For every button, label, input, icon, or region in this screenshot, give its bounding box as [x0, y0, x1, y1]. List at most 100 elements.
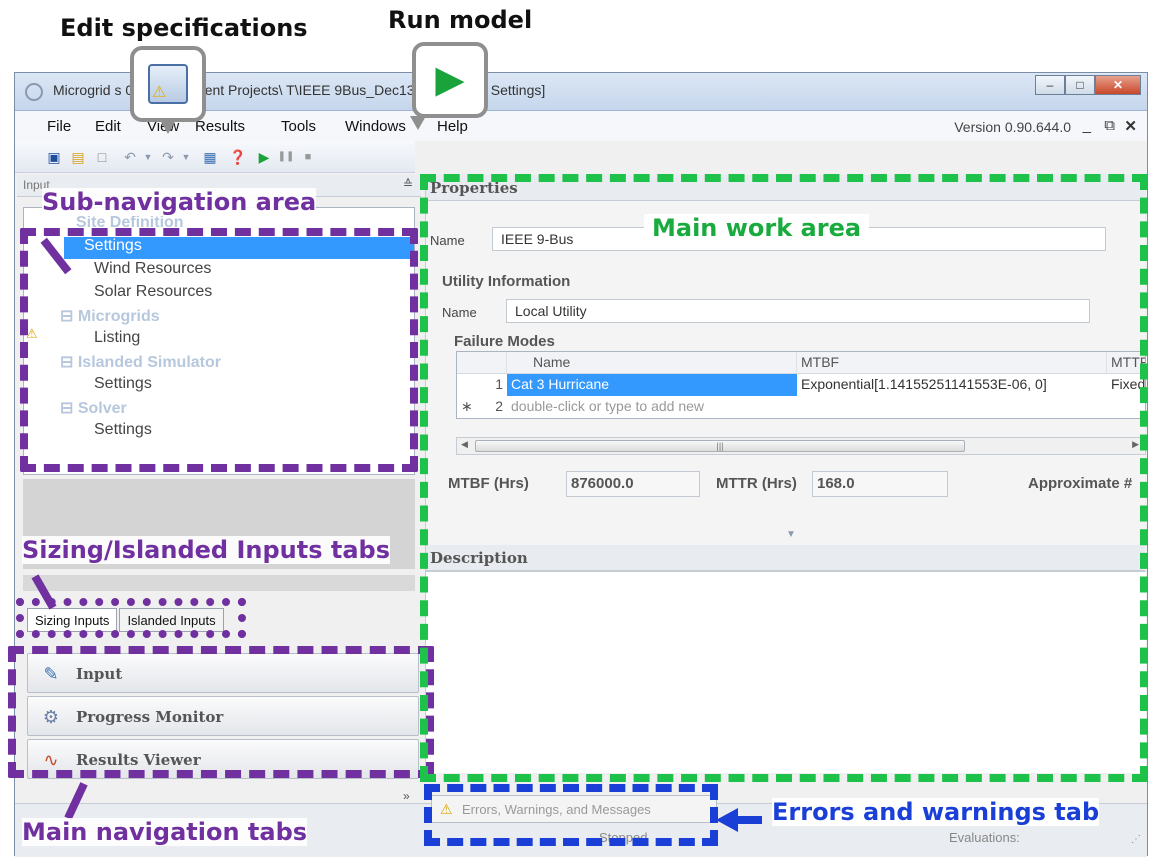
help-icon[interactable]: ❓ [229, 148, 247, 166]
approximate-label: Approximate # [1028, 475, 1133, 492]
app-icon [25, 83, 43, 101]
nav-button-input[interactable]: ✎ Input [27, 653, 419, 693]
mdi-restore-icon[interactable]: ⧉ [1104, 117, 1115, 134]
minimize-button[interactable]: – [1035, 75, 1065, 95]
annotation-main-navigation-tabs: Main navigation tabs [22, 818, 308, 846]
run-model-icon[interactable]: ▶ [255, 148, 273, 166]
callout-pointer [410, 116, 426, 130]
nav-button-input-label: Input [76, 665, 123, 683]
splitter-grip-icon[interactable]: ▼ [786, 529, 796, 540]
run-model-icon: ▶ [435, 59, 465, 101]
open-folder-icon[interactable]: ▤ [69, 148, 87, 166]
annotation-errors-warnings-tab: Errors and warnings tab [772, 798, 1100, 826]
tab-islanded-inputs[interactable]: Islanded Inputs [119, 608, 224, 632]
mttr-label: MTTR (Hrs) [716, 475, 797, 492]
new-document-icon[interactable]: □ [93, 148, 111, 166]
tree-item-wind-resources[interactable]: Wind Resources [94, 260, 211, 282]
redo-dropdown-icon[interactable]: ▼ [177, 148, 195, 166]
warning-icon: ⚠ [26, 326, 38, 341]
nav-button-progress-monitor[interactable]: ⚙ Progress Monitor [27, 696, 419, 736]
main-work-area: Properties Name IEEE 9-Bus Utility Infor… [425, 175, 1146, 773]
scroll-right-icon[interactable]: ▶ [1132, 439, 1139, 450]
row-1-mttf-cell[interactable]: Fixed [1107, 374, 1145, 396]
failure-modes-title: Failure Modes [454, 333, 555, 350]
status-evaluations: Evaluations: [949, 830, 1020, 845]
chevron-double-right-icon[interactable]: » [403, 789, 410, 803]
tree-item-islanded-simulator[interactable]: ⊟ Islanded Simulator [60, 352, 221, 374]
tab-sizing-inputs[interactable]: Sizing Inputs [27, 608, 118, 632]
tree-item-microgrids[interactable]: ⊟ Microgrids [60, 306, 160, 328]
version-label: Version 0.90.644.0 [954, 119, 1071, 135]
pause-icon[interactable]: ❚❚ [277, 148, 295, 166]
tree-item-settings[interactable]: Settings [64, 237, 414, 259]
row-1-name-cell[interactable]: Cat 3 Hurricane [507, 374, 797, 396]
menu-edit[interactable]: Edit [95, 118, 121, 135]
sizing-islanded-tabs: Sizing Inputs Islanded Inputs [27, 608, 226, 634]
mttr-field[interactable]: 168.0 [812, 471, 948, 497]
pin-icon[interactable]: ≙ [403, 177, 413, 191]
utility-name-field[interactable]: Local Utility [506, 299, 1090, 323]
annotation-run-model: Run model [388, 6, 533, 34]
column-header-mttf[interactable]: MTTF [1107, 352, 1145, 374]
scroll-left-icon[interactable]: ◀ [461, 439, 468, 450]
scroll-thumb[interactable]: ||| [475, 440, 965, 452]
column-header-mtbf[interactable]: MTBF [797, 352, 1107, 374]
edit-specifications-icon[interactable]: ▦ [201, 148, 219, 166]
save-icon[interactable]: ▣ [45, 148, 63, 166]
window-controls: – □ ✕ [1035, 75, 1141, 95]
utility-information-title: Utility Information [442, 273, 571, 290]
new-row-placeholder[interactable]: double-click or type to add new [507, 396, 1107, 418]
utility-name-label: Name [442, 305, 477, 320]
column-header-name[interactable]: Name [507, 352, 797, 374]
callout-pointer [160, 120, 176, 134]
mdi-minimize-icon[interactable]: _ [1083, 117, 1091, 134]
menu-help[interactable]: Help [437, 118, 468, 135]
mdi-close-icon[interactable]: ✕ [1124, 117, 1137, 135]
horizontal-scrollbar[interactable]: ◀ ||| ▶ [456, 437, 1146, 455]
edit-specifications-callout: ⚠ [130, 46, 206, 122]
run-model-callout: ▶ [412, 42, 488, 118]
row-1-mtbf-cell[interactable]: Exponential[1.14155251141553E-06, 0] [797, 374, 1107, 396]
collapse-icon[interactable]: ⊟ [60, 354, 78, 371]
undo-dropdown-icon[interactable]: ▼ [139, 148, 157, 166]
tree-item-solver-label: Solver [77, 400, 127, 417]
row-number: 1 [495, 376, 503, 392]
tree-item-solver-settings[interactable]: Settings [94, 421, 152, 443]
arrow-left-icon [716, 808, 738, 832]
grid-corner [457, 352, 507, 374]
nav-button-results-viewer[interactable]: ∿ Results Viewer [27, 739, 419, 779]
tree-item-site-definition[interactable]: Site Definition [76, 214, 184, 236]
description-area[interactable] [426, 571, 1146, 773]
tree-item-microgrids-label: Microgrids [77, 308, 160, 325]
collapse-icon[interactable]: ⊟ [60, 400, 78, 417]
nav-button-results-viewer-label: Results Viewer [76, 751, 201, 769]
tree-item-solar-resources[interactable]: Solar Resources [94, 283, 212, 305]
menu-results[interactable]: Results [195, 118, 245, 135]
stop-icon[interactable]: ■ [299, 148, 317, 166]
left-panel: Input ≙ Site Definition Settings Wind Re… [17, 175, 421, 803]
annotation-sub-navigation-area: Sub-navigation area [42, 188, 317, 216]
tree-item-simulator-settings[interactable]: Settings [94, 375, 152, 397]
status-stopped: Stopped [599, 830, 648, 845]
progress-monitor-icon: ⚙ [42, 707, 60, 727]
annotation-main-work-area: Main work area [644, 214, 870, 242]
redo-icon[interactable]: ↷ [159, 148, 177, 166]
mtbf-field[interactable]: 876000.0 [566, 471, 700, 497]
maximize-button[interactable]: □ [1065, 75, 1095, 95]
tree-item-solver[interactable]: ⊟ Solver [60, 398, 127, 420]
results-viewer-icon: ∿ [43, 750, 59, 770]
tree-item-listing[interactable]: Listing [94, 329, 140, 351]
menu-file[interactable]: File [47, 118, 71, 135]
errors-warnings-tab-label: Errors, Warnings, and Messages [462, 802, 651, 817]
menu-windows[interactable]: Windows [345, 118, 406, 135]
edit-specifications-icon: ⚠ [148, 64, 188, 104]
close-button[interactable]: ✕ [1095, 75, 1141, 95]
arrow-shaft [736, 816, 762, 824]
splitter[interactable] [23, 575, 415, 591]
properties-header: Properties [426, 175, 1145, 201]
errors-warnings-tab[interactable]: ⚠ Errors, Warnings, and Messages [431, 795, 717, 823]
menu-tools[interactable]: Tools [281, 118, 316, 135]
undo-icon[interactable]: ↶ [121, 148, 139, 166]
resize-grip-icon[interactable]: ⋰ [1131, 834, 1141, 845]
collapse-icon[interactable]: ⊟ [60, 308, 78, 325]
